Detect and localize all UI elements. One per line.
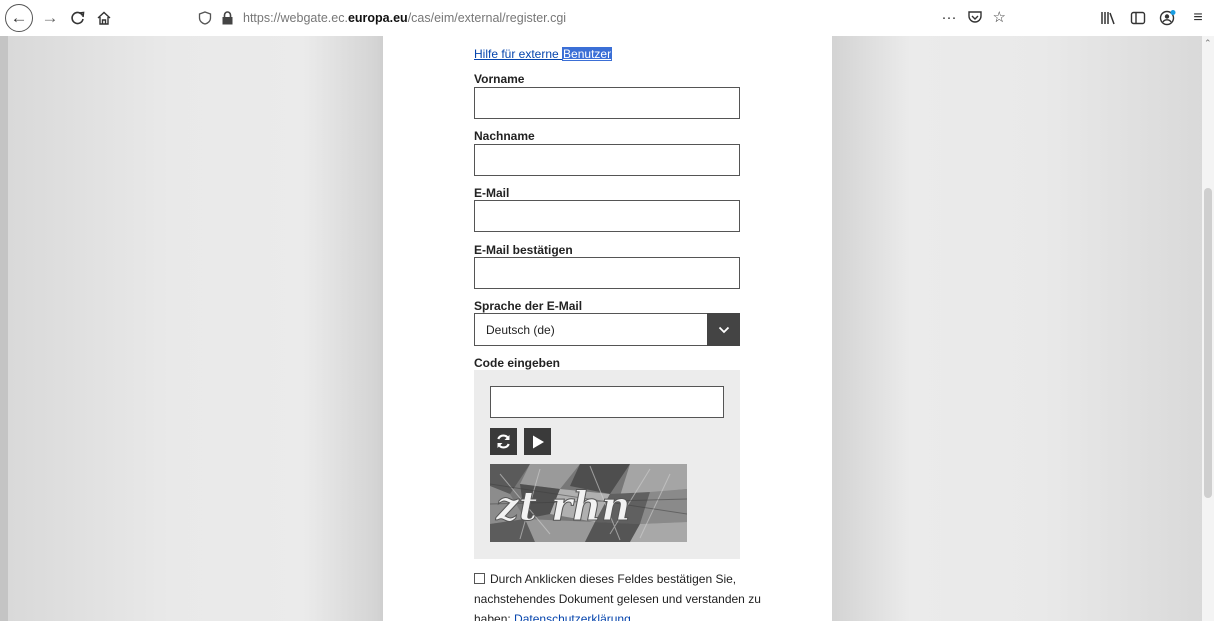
scroll-up-icon[interactable]: ⌃ <box>1204 38 1212 49</box>
library-button[interactable] <box>1096 6 1120 30</box>
reload-icon <box>71 11 85 25</box>
privacy-policy-link[interactable]: Datenschutzerklärung <box>514 612 631 621</box>
last-name-label: Nachname <box>474 129 535 143</box>
help-link[interactable]: Hilfe für externe Benutzer <box>474 47 613 61</box>
reload-button[interactable] <box>66 6 90 30</box>
chevron-down-icon <box>718 326 729 333</box>
help-link-text: Hilfe für externe <box>474 47 563 61</box>
captcha-text: zt rhn <box>495 483 630 530</box>
code-label: Code eingeben <box>474 356 561 370</box>
arrow-left-icon: ← <box>10 8 28 27</box>
back-button[interactable]: ← <box>5 4 33 32</box>
email-confirm-input[interactable] <box>474 257 740 289</box>
consent-checkbox[interactable] <box>474 573 485 584</box>
consent-block: Durch Anklicken dieses Feldes bestätigen… <box>474 569 764 621</box>
bookmark-star-icon[interactable]: ☆ <box>993 8 1006 26</box>
page-actions-button[interactable]: ··· <box>942 9 957 26</box>
first-name-input[interactable] <box>474 87 740 119</box>
shield-icon[interactable] <box>197 10 213 26</box>
help-link-selected-text: Benutzer <box>562 47 613 61</box>
forward-button[interactable]: → <box>38 6 62 30</box>
viewport-edge <box>0 36 8 621</box>
sidebar-icon <box>1130 11 1146 25</box>
url-text[interactable]: https://webgate.ec.europa.eu/cas/eim/ext… <box>243 11 566 25</box>
vertical-scrollbar[interactable]: ⌃ <box>1202 36 1214 621</box>
language-select-toggle[interactable] <box>707 313 740 346</box>
scrollbar-thumb[interactable] <box>1204 188 1212 498</box>
lock-icon[interactable] <box>219 10 235 26</box>
captcha-input[interactable] <box>490 386 724 418</box>
play-icon <box>532 435 544 448</box>
captcha-audio-button[interactable] <box>524 428 551 455</box>
captcha-image: zt rhn <box>490 464 687 542</box>
email-confirm-label: E-Mail bestätigen <box>474 243 573 257</box>
captcha-refresh-button[interactable] <box>490 428 517 455</box>
captcha-box: zt rhn <box>474 370 740 559</box>
arrow-right-icon: → <box>41 8 59 27</box>
email-label: E-Mail <box>474 186 510 200</box>
url-domain: europa.eu <box>347 11 408 25</box>
browser-toolbar: ← → https://webgate.ec.europa.eu/cas/eim… <box>0 0 1214 36</box>
url-prefix: https://webgate.ec. <box>243 11 348 25</box>
account-icon <box>1159 10 1176 26</box>
sidebar-toggle-button[interactable] <box>1126 6 1150 30</box>
hamburger-menu-icon: ≡ <box>1193 9 1203 26</box>
language-select[interactable]: Deutsch (de) <box>474 313 740 346</box>
email-input[interactable] <box>474 200 740 232</box>
language-select-value: Deutsch (de) <box>486 323 555 337</box>
language-label: Sprache der E-Mail <box>474 299 583 313</box>
address-bar[interactable]: https://webgate.ec.europa.eu/cas/eim/ext… <box>197 5 1018 31</box>
menu-button[interactable]: ≡ <box>1186 6 1210 30</box>
pocket-icon[interactable] <box>967 9 983 25</box>
refresh-icon <box>497 434 510 449</box>
library-icon <box>1101 12 1115 25</box>
first-name-label: Vorname <box>474 72 525 86</box>
last-name-input[interactable] <box>474 144 740 176</box>
url-path: /cas/eim/external/register.cgi <box>407 11 567 25</box>
home-button[interactable] <box>92 6 116 30</box>
account-button[interactable] <box>1156 6 1180 30</box>
home-icon <box>97 11 111 25</box>
